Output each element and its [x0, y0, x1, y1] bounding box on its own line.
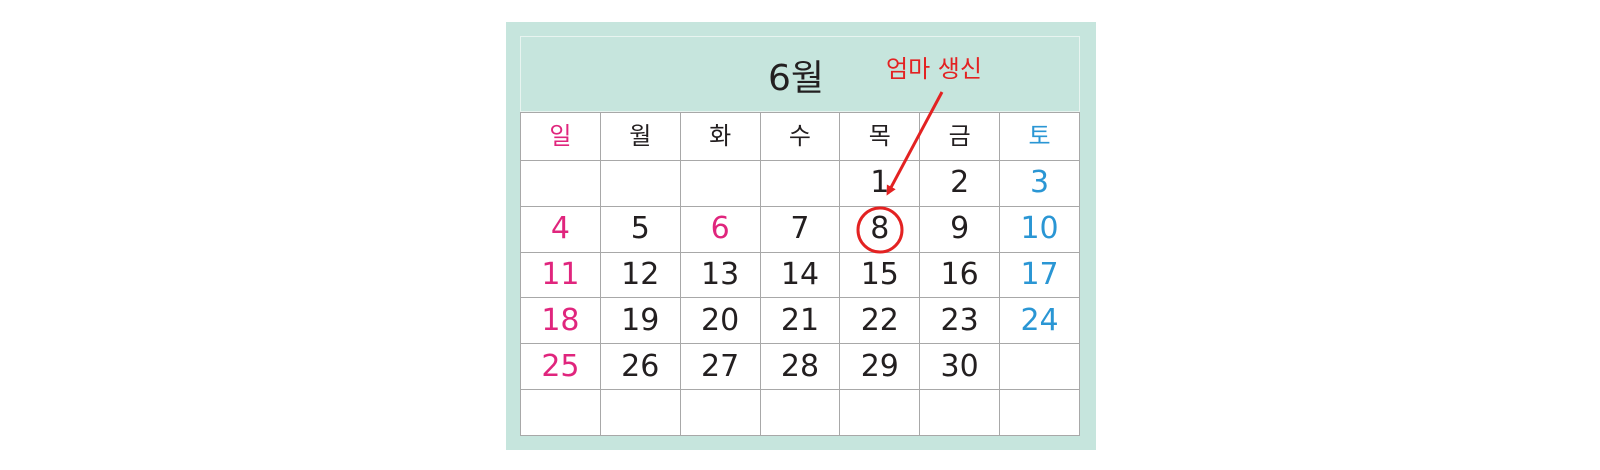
day-cell: 6 — [679, 205, 761, 253]
empty-day-cell — [599, 389, 681, 436]
day-cell: 9 — [919, 205, 1001, 253]
day-cell: 19 — [599, 297, 681, 345]
weekday-label: 토 — [999, 112, 1080, 161]
day-cell: 27 — [679, 343, 761, 391]
annotation-label: 엄마 생신 — [886, 55, 982, 83]
day-cell: 23 — [919, 297, 1001, 345]
day-cell: 18 — [520, 297, 601, 345]
empty-day-cell — [520, 389, 601, 436]
calendar-grid: 일 월 화 수 목 금 토 1 2 3 4 5 6 7 8 9 10 11 12 13 14 15 16 17 18 19 20 21… — [520, 112, 1080, 436]
empty-day-cell — [599, 159, 681, 207]
day-cell: 2 — [919, 159, 1001, 207]
day-cell: 15 — [839, 251, 921, 299]
week-row: 18 19 20 21 22 23 24 — [520, 297, 1080, 345]
day-cell: 21 — [759, 297, 841, 345]
empty-day-cell — [839, 389, 921, 436]
day-cell: 28 — [759, 343, 841, 391]
week-row: 4 5 6 7 8 9 10 — [520, 205, 1080, 253]
month-title: 6월 — [768, 58, 825, 99]
day-cell: 16 — [919, 251, 1001, 299]
week-row: 25 26 27 28 29 30 — [520, 343, 1080, 391]
week-row — [520, 389, 1080, 436]
day-cell: 22 — [839, 297, 921, 345]
day-cell: 11 — [520, 251, 601, 299]
day-cell: 10 — [999, 205, 1080, 253]
day-cell: 7 — [759, 205, 841, 253]
empty-day-cell — [919, 389, 1001, 436]
day-cell: 30 — [919, 343, 1001, 391]
day-cell: 14 — [759, 251, 841, 299]
week-row: 11 12 13 14 15 16 17 — [520, 251, 1080, 299]
calendar-inner: 6월 일 월 화 수 목 금 토 1 2 3 4 5 6 7 8 9 10 11 12 13 14 15 16 17 18 19 2… — [520, 36, 1082, 436]
calendar-stage: 6월 일 월 화 수 목 금 토 1 2 3 4 5 6 7 8 9 10 11 12 13 14 15 16 17 18 19 2… — [0, 0, 1600, 470]
day-cell: 25 — [520, 343, 601, 391]
empty-day-cell — [520, 159, 601, 207]
day-cell: 26 — [599, 343, 681, 391]
empty-day-cell — [759, 389, 841, 436]
day-cell: 29 — [839, 343, 921, 391]
empty-day-cell — [759, 159, 841, 207]
day-cell-highlighted: 8 — [839, 205, 921, 253]
weekday-label: 화 — [679, 112, 761, 161]
day-cell: 20 — [679, 297, 761, 345]
empty-day-cell — [679, 159, 761, 207]
weekday-label: 일 — [520, 112, 601, 161]
day-cell: 4 — [520, 205, 601, 253]
day-cell: 1 — [839, 159, 921, 207]
empty-day-cell — [679, 389, 761, 436]
weekday-label: 수 — [759, 112, 841, 161]
day-cell: 13 — [679, 251, 761, 299]
empty-day-cell — [999, 343, 1080, 391]
day-cell: 5 — [599, 205, 681, 253]
calendar-header: 6월 — [520, 36, 1080, 112]
weekday-label: 금 — [919, 112, 1001, 161]
empty-day-cell — [999, 389, 1080, 436]
day-cell: 12 — [599, 251, 681, 299]
week-row: 123 — [520, 159, 1080, 207]
calendar-frame: 6월 일 월 화 수 목 금 토 1 2 3 4 5 6 7 8 9 10 11 12 13 14 15 16 17 18 19 2… — [506, 22, 1096, 450]
day-cell: 17 — [999, 251, 1080, 299]
day-cell: 3 — [999, 159, 1080, 207]
day-cell: 24 — [999, 297, 1080, 345]
weekday-header-row: 일월화수목금토 — [520, 112, 1080, 161]
weekday-label: 목 — [839, 112, 921, 161]
weekday-label: 월 — [599, 112, 681, 161]
